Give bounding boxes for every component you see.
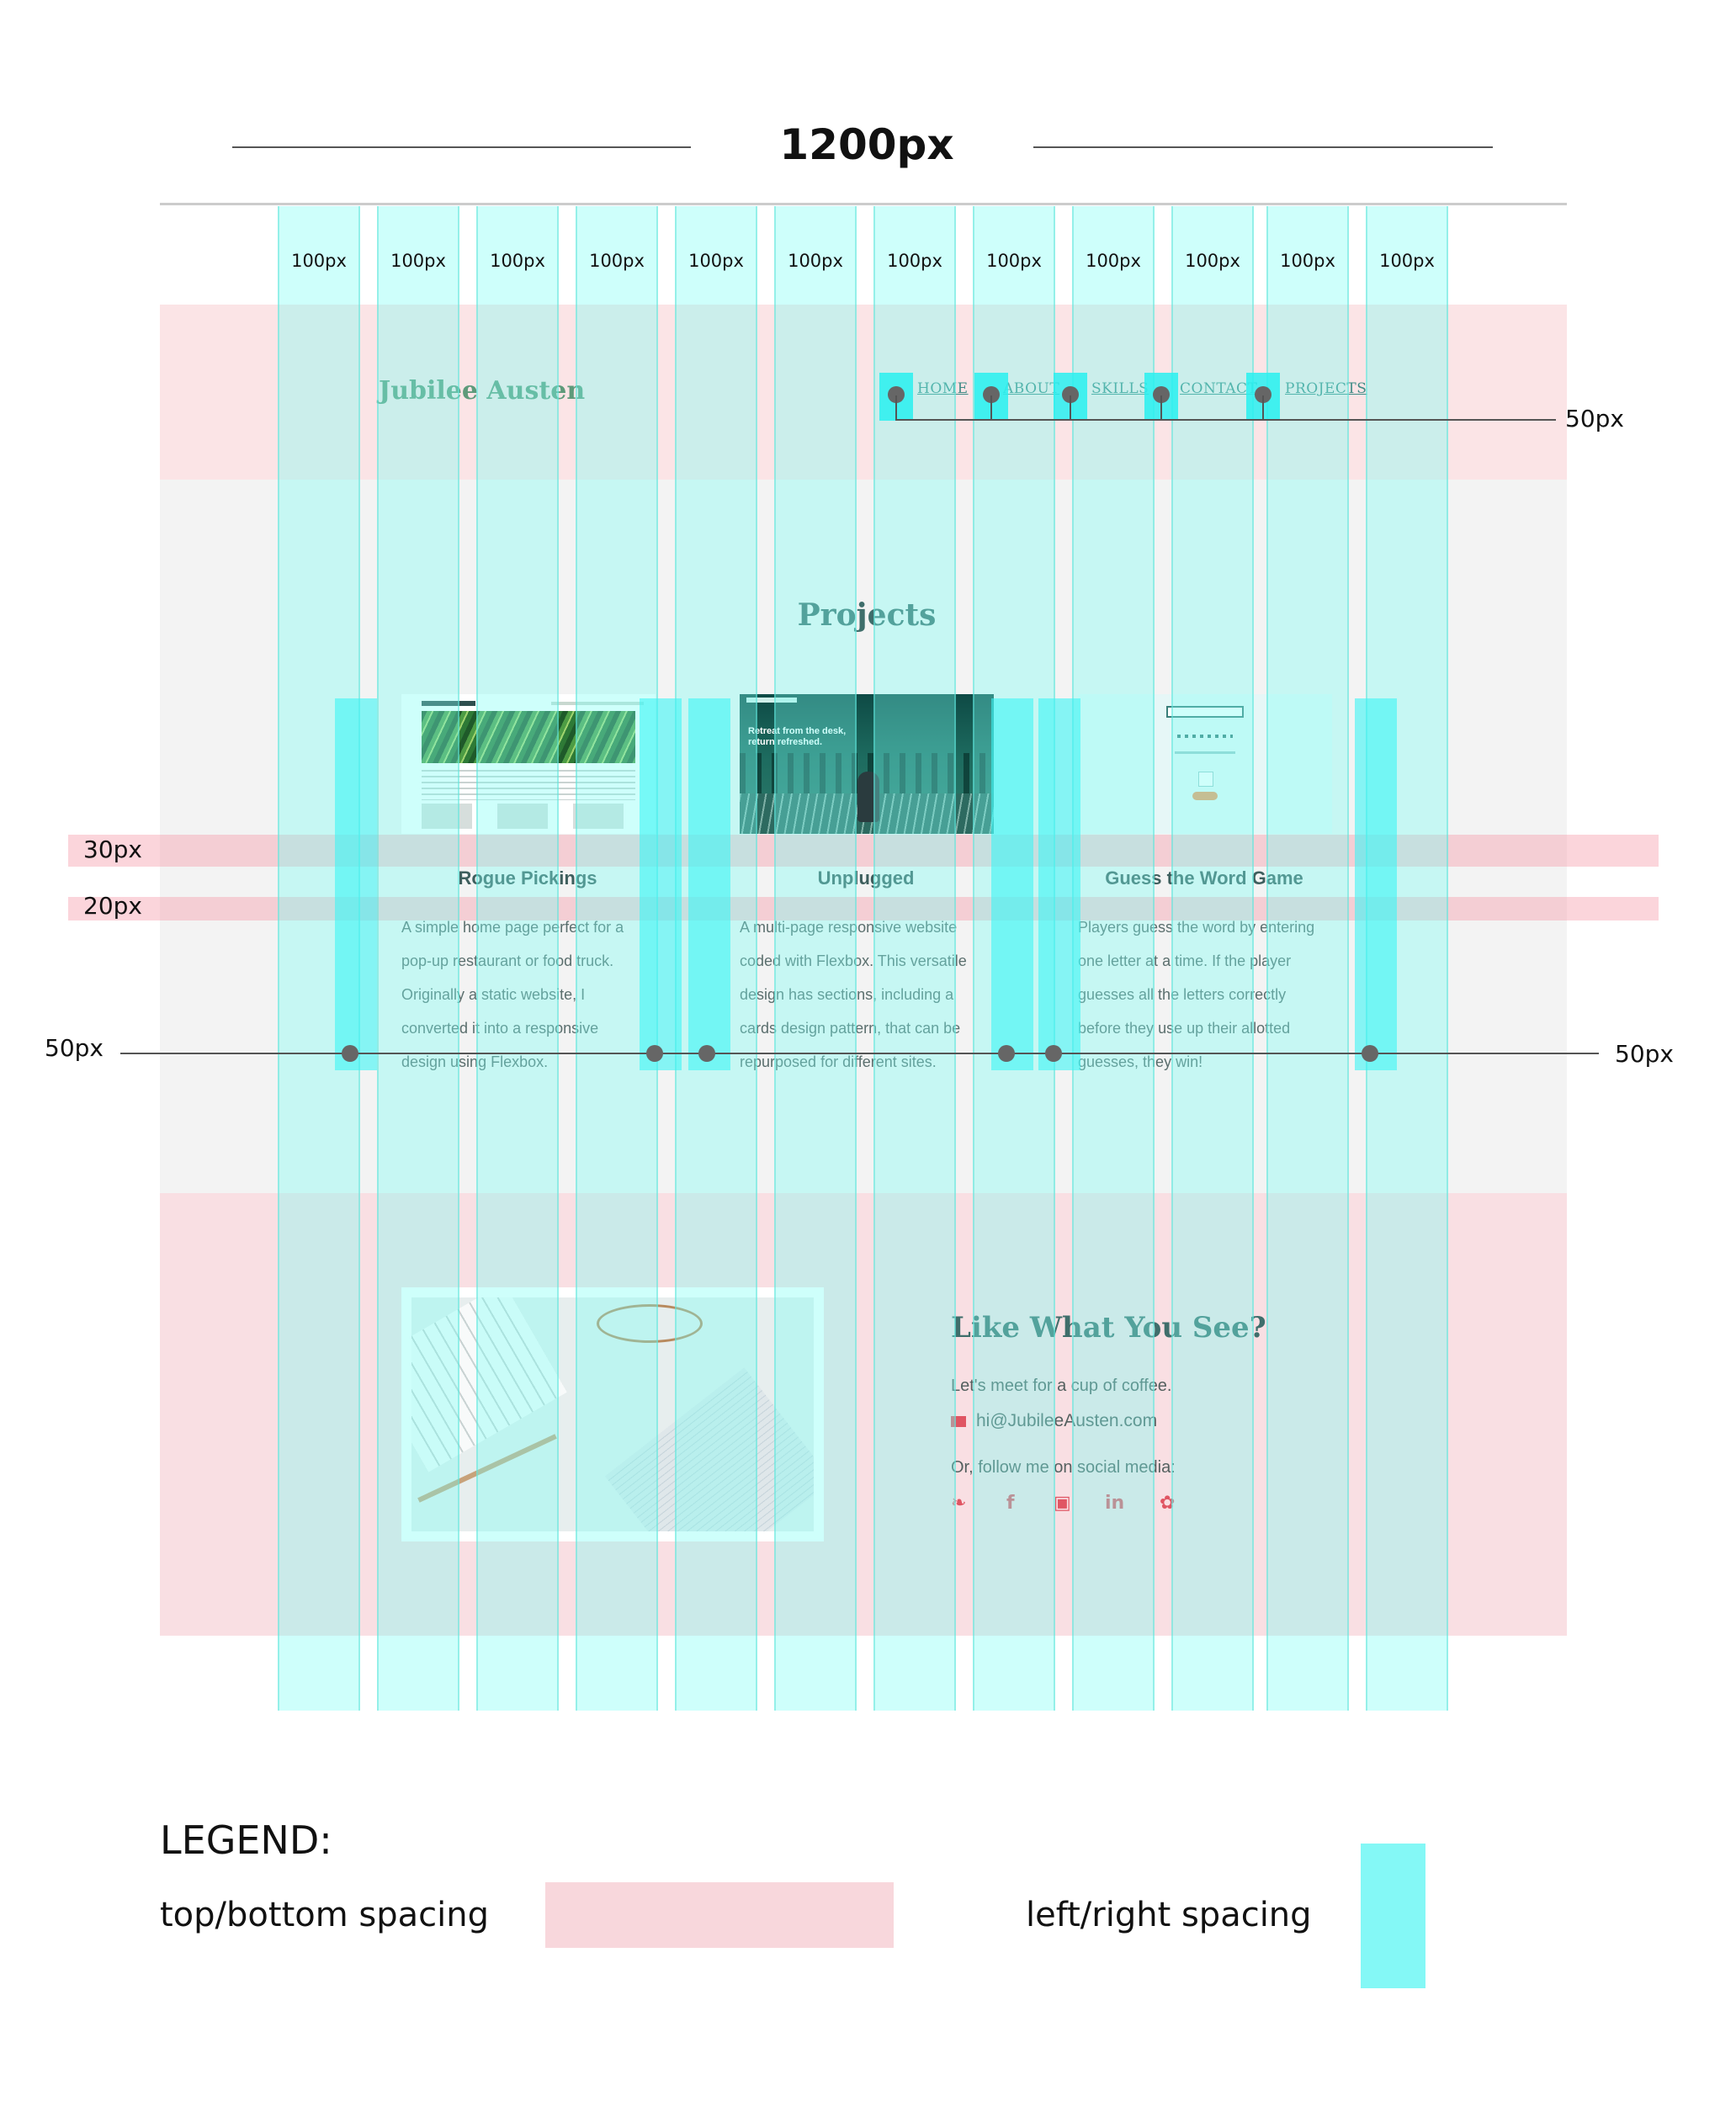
column-label-7: 100px xyxy=(887,251,942,271)
card-gutter-right-3 xyxy=(1355,698,1397,1070)
card-gutter-left-1 xyxy=(335,698,377,1070)
card-dot-3 xyxy=(698,1045,715,1062)
total-width-label: 1200px xyxy=(779,120,954,169)
legend-title: LEGEND: xyxy=(160,1817,332,1863)
title-line-right xyxy=(1033,146,1493,148)
card-dot-4 xyxy=(998,1045,1015,1062)
card-dot-6 xyxy=(1362,1045,1378,1062)
card-gutter-right-2 xyxy=(991,698,1033,1070)
nav-spacing-line xyxy=(895,419,1556,421)
nav-tick-1 xyxy=(895,395,897,421)
column-label-9: 100px xyxy=(1086,251,1141,271)
nav-spacing-label: 50px xyxy=(1565,405,1624,432)
nav-tick-3 xyxy=(1070,395,1071,421)
column-guide-9 xyxy=(1072,206,1155,1711)
title-line-left xyxy=(232,146,691,148)
column-label-11: 100px xyxy=(1280,251,1335,271)
column-label-10: 100px xyxy=(1185,251,1240,271)
card-dot-1 xyxy=(342,1045,358,1062)
card-spacing-label-left: 50px xyxy=(45,1034,104,1062)
card-dot-5 xyxy=(1045,1045,1062,1062)
column-label-3: 100px xyxy=(490,251,545,271)
column-label-5: 100px xyxy=(688,251,744,271)
nav-tick-5 xyxy=(1262,395,1264,421)
top-rule xyxy=(160,203,1567,205)
column-label-1: 100px xyxy=(291,251,347,271)
column-guide-11 xyxy=(1266,206,1349,1711)
nav-tick-4 xyxy=(1160,395,1162,421)
legend-left-right-swatch xyxy=(1361,1844,1425,1988)
contact-section xyxy=(160,1193,1567,1636)
column-guide-3 xyxy=(476,206,559,1711)
legend-top-bottom-label: top/bottom spacing xyxy=(160,1896,489,1934)
column-guide-7 xyxy=(873,206,956,1711)
spacing-label-20: 20px xyxy=(83,892,142,920)
instagram-icon[interactable]: ▣ xyxy=(1054,1493,1071,1514)
card-gutter-left-2 xyxy=(688,698,730,1070)
column-guide-10 xyxy=(1171,206,1254,1711)
card-spacing-label-right: 50px xyxy=(1615,1040,1674,1068)
column-label-8: 100px xyxy=(986,251,1042,271)
column-label-4: 100px xyxy=(589,251,645,271)
legend-top-bottom-swatch xyxy=(545,1882,894,1948)
card-gutter-left-3 xyxy=(1038,698,1080,1070)
column-label-12: 100px xyxy=(1379,251,1435,271)
legend-left-right-label: left/right spacing xyxy=(1026,1896,1312,1934)
column-label-2: 100px xyxy=(390,251,446,271)
column-label-6: 100px xyxy=(788,251,843,271)
card-dot-2 xyxy=(646,1045,663,1062)
column-guide-2 xyxy=(377,206,459,1711)
card-gutter-right-1 xyxy=(640,698,682,1070)
column-guide-6 xyxy=(774,206,857,1711)
spacing-label-30: 30px xyxy=(83,836,142,863)
nav-tick-2 xyxy=(990,395,992,421)
